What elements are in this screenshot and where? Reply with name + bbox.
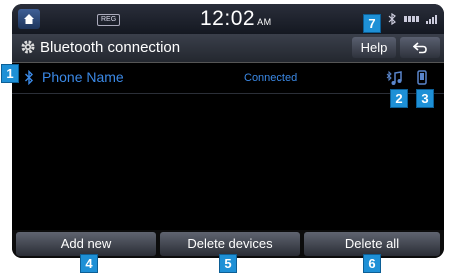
display-screen: REG 12:02 AM Bluetooth connection Help Ph… [12, 4, 444, 258]
delete-all-button[interactable]: Delete all [304, 232, 440, 256]
add-new-button[interactable]: Add new [16, 232, 156, 256]
bluetooth-audio-icon [386, 70, 404, 89]
callout-3: 3 [416, 89, 434, 108]
status-icons [386, 13, 440, 25]
signal-icon [426, 15, 437, 24]
head-unit-frame: REG 12:02 AM Bluetooth connection Help Ph… [0, 0, 450, 273]
phone-icon [417, 70, 427, 85]
home-icon [24, 14, 34, 24]
paired-device-row[interactable]: Phone Name Connected [12, 63, 444, 94]
gear-icon [21, 40, 35, 54]
back-arrow-icon [413, 41, 427, 53]
device-name: Phone Name [42, 69, 124, 85]
reg-badge: REG [97, 14, 121, 26]
clock: 12:02 AM [200, 7, 272, 31]
callout-1: 1 [1, 64, 19, 83]
callout-2: 2 [390, 89, 408, 108]
callout-5: 5 [219, 254, 237, 273]
help-button[interactable]: Help [352, 37, 396, 58]
delete-devices-button[interactable]: Delete devices [160, 232, 300, 256]
bluetooth-audio-status-icon [388, 13, 396, 25]
callout-6: 6 [363, 254, 381, 273]
device-status: Connected [244, 72, 298, 84]
clock-ampm: AM [257, 17, 272, 27]
callout-4: 4 [80, 254, 98, 273]
page-title: Bluetooth connection [40, 39, 181, 56]
callout-7: 7 [363, 14, 381, 33]
title-bar: Bluetooth connection Help [12, 34, 444, 63]
bluetooth-icon [25, 70, 33, 85]
battery-icon [404, 16, 419, 22]
home-button[interactable] [18, 9, 40, 29]
back-button[interactable] [400, 37, 440, 58]
clock-time: 12:02 [200, 7, 256, 30]
